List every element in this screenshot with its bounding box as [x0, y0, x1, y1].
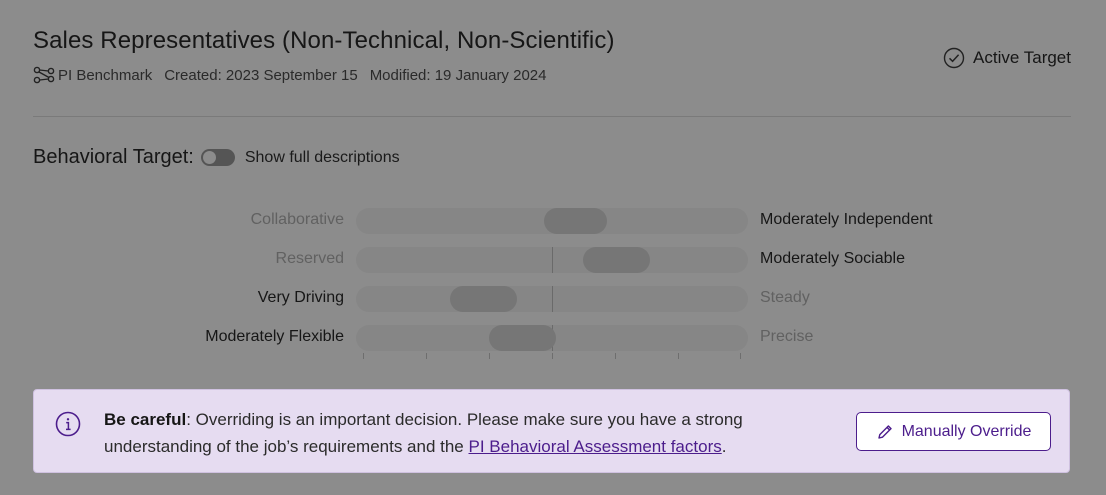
- manually-override-button[interactable]: Manually Override: [856, 412, 1051, 451]
- info-circle-icon: [55, 411, 81, 437]
- created-date: Created: 2023 September 15: [164, 66, 358, 84]
- factor-midline: [552, 247, 553, 273]
- benchmark-text: PI Benchmark: [58, 66, 153, 84]
- scale-tick: [552, 353, 553, 359]
- warning-banner: Be careful: Overriding is an important d…: [33, 389, 1070, 473]
- factor-track: [356, 208, 748, 234]
- factor-scale: [356, 353, 748, 361]
- factor-left-label: Collaborative: [250, 211, 344, 228]
- active-target-status: Active Target: [943, 47, 1071, 69]
- benchmark-label: PI Benchmark: [33, 66, 152, 84]
- scale-tick: [615, 353, 616, 359]
- factor-track: [356, 247, 748, 273]
- scale-tick: [489, 353, 490, 359]
- factor-target-range: [583, 247, 650, 273]
- show-descriptions-label: Show full descriptions: [244, 148, 400, 166]
- manually-override-label: Manually Override: [901, 422, 1032, 440]
- check-circle-icon: [943, 47, 965, 69]
- scale-tick: [678, 353, 679, 359]
- scale-tick: [426, 353, 427, 359]
- factor-row: Collaborative Moderately Independent: [0, 208, 1106, 234]
- behavioral-target-row: Behavioral Target: Show full description…: [33, 146, 400, 169]
- factor-row: Reserved Moderately Sociable: [0, 247, 1106, 273]
- factor-row: Moderately Flexible Precise: [0, 325, 1106, 351]
- factor-midline: [552, 286, 553, 312]
- warning-end: .: [721, 437, 727, 456]
- factor-left-label: Very Driving: [257, 289, 344, 306]
- factor-row: Very Driving Steady: [0, 286, 1106, 312]
- factor-left-label: Reserved: [275, 250, 344, 267]
- pi-factors-link[interactable]: PI Behavioral Assessment factors: [469, 437, 722, 456]
- warning-message: Be careful: Overriding is an important d…: [104, 406, 804, 460]
- job-header: Sales Representatives (Non-Technical, No…: [33, 22, 1071, 117]
- modified-date: Modified: 19 January 2024: [369, 66, 547, 84]
- factor-target-range: [544, 208, 607, 234]
- job-meta: PI Benchmark Created: 2023 September 15 …: [33, 66, 546, 84]
- scale-tick: [363, 353, 364, 359]
- page-title: Sales Representatives (Non-Technical, No…: [33, 27, 615, 54]
- factor-target-range: [489, 325, 556, 351]
- header-divider: [33, 116, 1071, 117]
- scale-tick: [740, 353, 741, 359]
- factor-right-label: Precise: [760, 328, 814, 345]
- show-descriptions-toggle[interactable]: [200, 149, 235, 166]
- factor-target-range: [450, 286, 517, 312]
- factor-track: [356, 325, 748, 351]
- factor-track: [356, 286, 748, 312]
- factor-right-label: Moderately Sociable: [760, 250, 905, 267]
- factor-right-label: Moderately Independent: [760, 211, 933, 228]
- share-network-icon: [33, 66, 55, 84]
- factor-left-label: Moderately Flexible: [205, 328, 344, 345]
- behavioral-target-label: Behavioral Target:: [33, 146, 194, 168]
- pencil-icon: [877, 424, 892, 439]
- active-target-label: Active Target: [973, 48, 1071, 67]
- warning-bold: Be careful: [104, 410, 187, 429]
- factor-right-label: Steady: [760, 289, 810, 306]
- toggle-knob: [202, 151, 216, 164]
